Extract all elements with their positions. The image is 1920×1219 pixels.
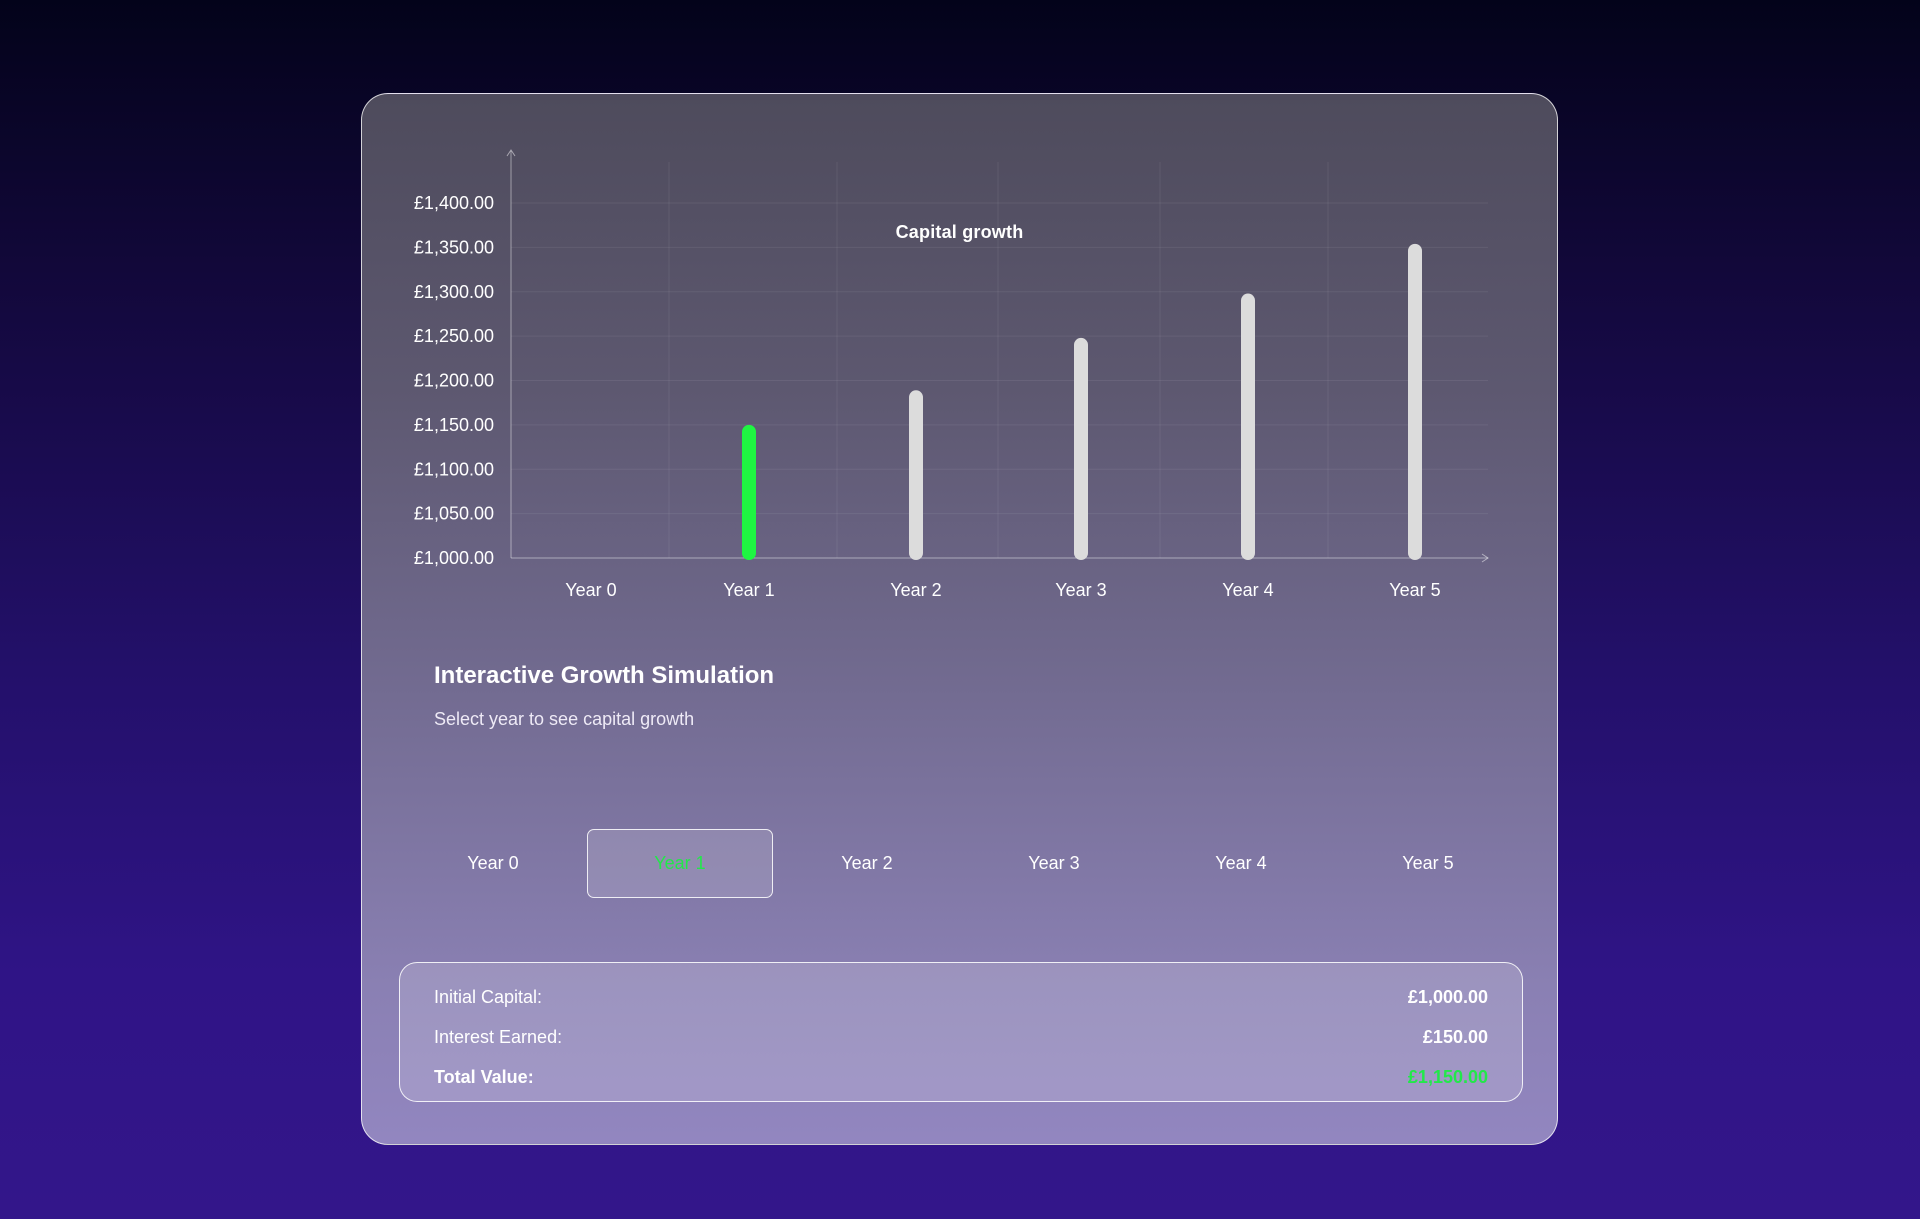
summary-panel: Initial Capital: £1,000.00 Interest Earn… [399, 962, 1523, 1102]
initial-capital-row: Initial Capital: £1,000.00 [434, 985, 1488, 1009]
capital-growth-chart: £1,000.00 £1,050.00 £1,100.00 £1,150.00 £1,2… [414, 149, 1489, 600]
x-tick-label: Year 0 [565, 580, 616, 600]
tab-year-3[interactable]: Year 3 [961, 829, 1147, 898]
x-tick-label: Year 3 [1055, 580, 1106, 600]
y-tick-label: £1,100.00 [414, 459, 494, 479]
bar-year-3 [1074, 337, 1088, 560]
growth-card: Capital growth £1,000.00 £1,050.00 £1,100.… [361, 93, 1558, 1145]
initial-capital-value: £1,000.00 [1407, 986, 1488, 1007]
y-tick-label: £1,000.00 [414, 548, 494, 568]
bar-year-5 [1408, 243, 1422, 560]
bar-year-4 [1241, 293, 1255, 560]
total-value-value: £1,150.00 [1407, 1066, 1488, 1087]
bar-year-1 [742, 424, 756, 560]
simulation-subtitle: Select year to see capital growth [434, 709, 695, 729]
x-tick-label: Year 2 [890, 580, 941, 600]
year-selector: Year 0 Year 1 Year 2 Year 3 Year 4 Year … [400, 829, 1522, 898]
y-tick-label: £1,350.00 [414, 237, 494, 257]
tab-year-0[interactable]: Year 0 [400, 829, 586, 898]
y-tick-label: £1,300.00 [414, 282, 494, 302]
y-tick-label: £1,150.00 [414, 415, 494, 435]
x-tick-label: Year 5 [1389, 580, 1440, 600]
y-tick-label: £1,050.00 [414, 504, 494, 524]
x-tick-label: Year 4 [1222, 580, 1273, 600]
y-tick-label: £1,250.00 [414, 326, 494, 346]
bar-year-2 [909, 390, 923, 560]
tab-year-1[interactable]: Year 1 [587, 829, 773, 898]
tab-year-2[interactable]: Year 2 [774, 829, 960, 898]
y-tick-label: £1,400.00 [414, 193, 494, 213]
interest-earned-row: Interest Earned: £150.00 [434, 1025, 1488, 1049]
y-tick-label: £1,200.00 [414, 371, 494, 391]
x-tick-label: Year 1 [723, 580, 774, 600]
tab-year-4[interactable]: Year 4 [1148, 829, 1334, 898]
tab-year-5[interactable]: Year 5 [1335, 829, 1521, 898]
interest-earned-label: Interest Earned: [434, 1026, 563, 1047]
total-value-row: Total Value: £1,150.00 [434, 1065, 1488, 1089]
initial-capital-label: Initial Capital: [434, 986, 543, 1007]
interest-earned-value: £150.00 [1422, 1026, 1488, 1047]
total-value-label: Total Value: [434, 1066, 534, 1087]
simulation-title: Interactive Growth Simulation [434, 662, 775, 689]
